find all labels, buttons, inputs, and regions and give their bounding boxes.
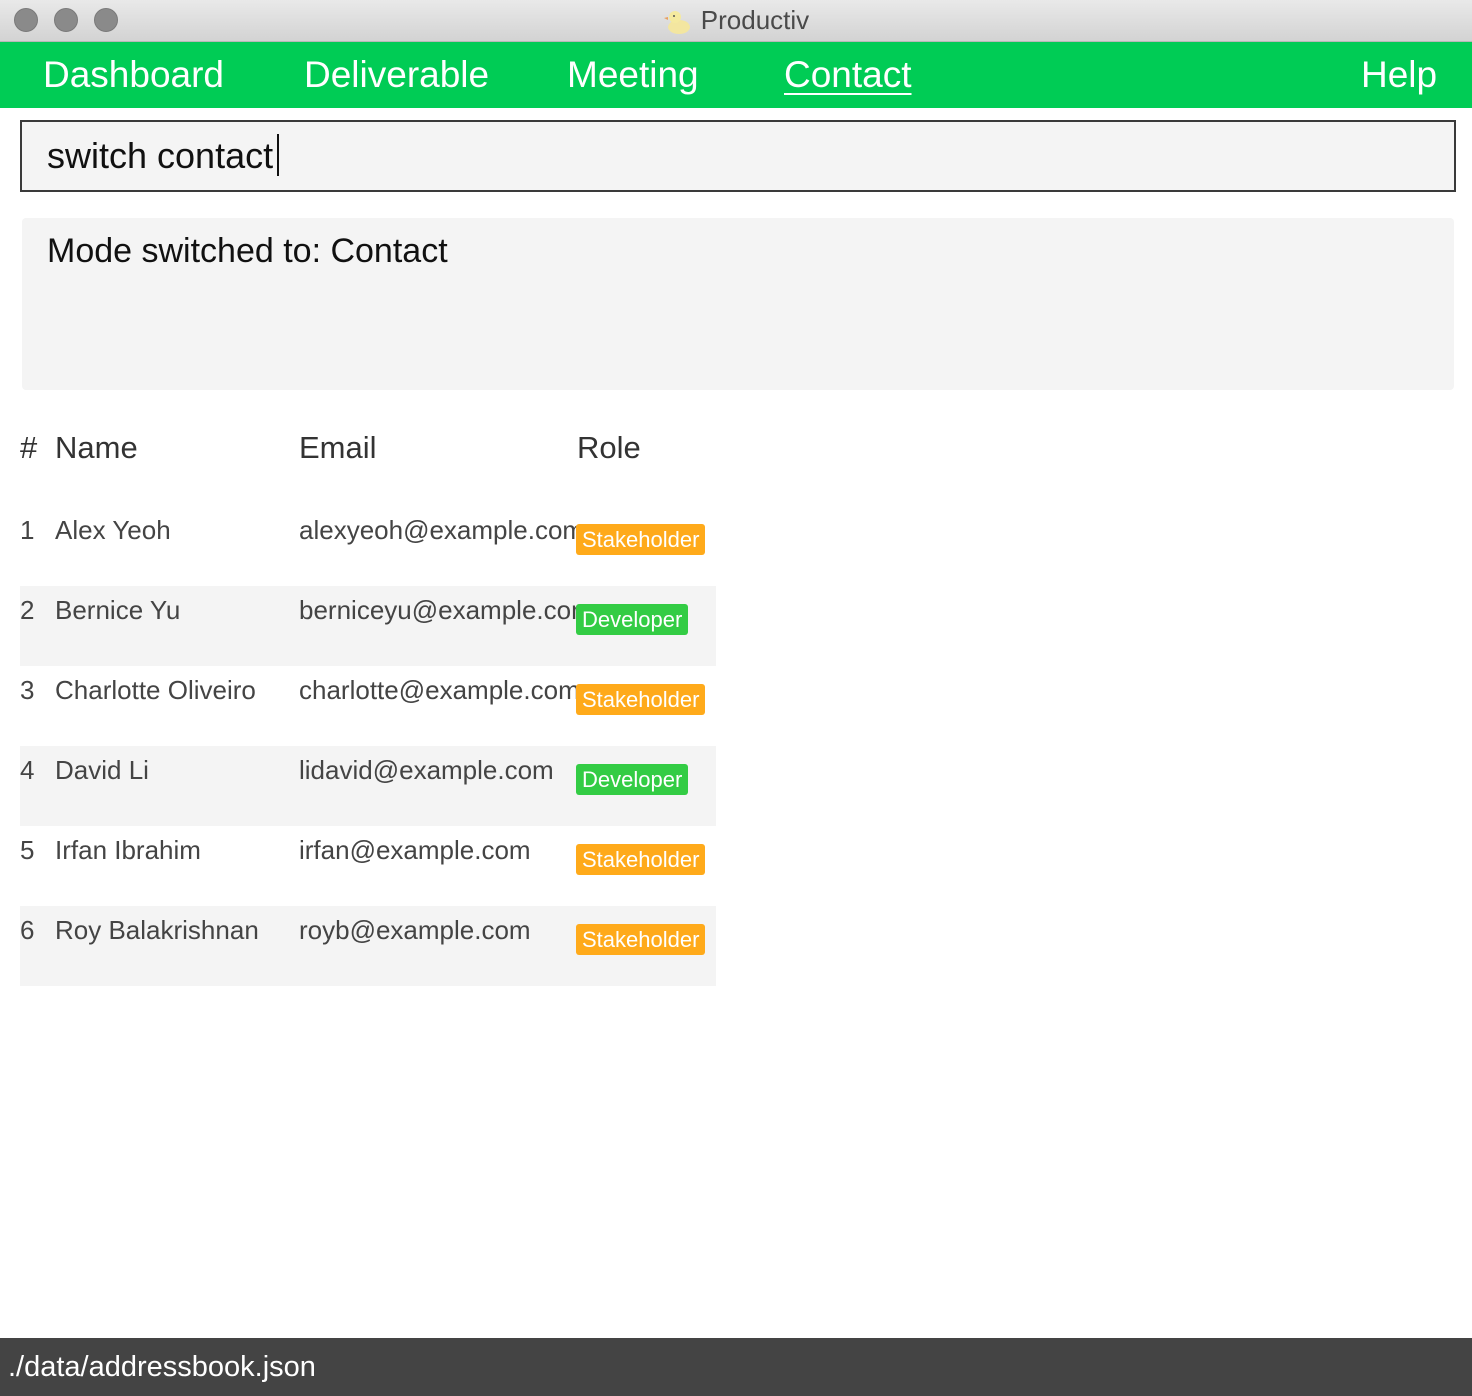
title-bar: Productiv	[0, 0, 1472, 42]
command-input[interactable]: switch contact	[47, 122, 280, 190]
row-index: 1	[20, 515, 35, 545]
row-index: 2	[20, 595, 35, 625]
row-index: 5	[20, 835, 35, 865]
row-index: 3	[20, 675, 35, 705]
nav-meeting[interactable]: Meeting	[567, 42, 699, 108]
title-group: Productiv	[0, 0, 1472, 41]
status-bar: ./data/addressbook.json	[0, 1338, 1472, 1396]
contact-email: alexyeoh@example.com	[299, 515, 585, 545]
row-index: 4	[20, 755, 35, 785]
role-cell: Stakeholder	[576, 914, 706, 962]
role-cell: Developer	[576, 754, 689, 802]
contact-table-header: # Name Email Role	[20, 420, 716, 476]
role-badge: Developer	[576, 764, 689, 795]
contact-name: Roy Balakrishnan	[55, 915, 259, 945]
column-header-role: Role	[577, 430, 641, 465]
contact-email: irfan@example.com	[299, 835, 531, 865]
column-header-name: Name	[55, 430, 138, 465]
nav-dashboard[interactable]: Dashboard	[43, 42, 224, 108]
role-badge: Stakeholder	[576, 684, 706, 715]
contact-name: Charlotte Oliveiro	[55, 675, 256, 705]
text-caret	[277, 134, 280, 177]
contact-row[interactable]: 1 Alex Yeoh alexyeoh@example.com Stakeho…	[20, 506, 716, 586]
column-header-email: Email	[299, 430, 377, 465]
role-cell: Stakeholder	[576, 834, 706, 882]
contact-email: lidavid@example.com	[299, 755, 554, 785]
contact-email: berniceyu@example.com	[299, 595, 593, 625]
contact-name: Alex Yeoh	[55, 515, 171, 545]
contact-name: Irfan Ibrahim	[55, 835, 201, 865]
role-badge: Developer	[576, 604, 689, 635]
main-nav: Dashboard Deliverable Meeting Contact He…	[0, 42, 1472, 108]
contact-email: charlotte@example.com	[299, 675, 580, 705]
data-file-path: ./data/addressbook.json	[8, 1351, 316, 1383]
role-cell: Stakeholder	[576, 514, 706, 562]
role-badge: Stakeholder	[576, 924, 706, 955]
nav-deliverable[interactable]: Deliverable	[304, 42, 489, 108]
contact-row[interactable]: 2 Bernice Yu berniceyu@example.com Devel…	[20, 586, 716, 666]
contact-name: David Li	[55, 755, 149, 785]
window-title: Productiv	[700, 5, 810, 35]
column-header-index: #	[20, 430, 38, 465]
nav-contact[interactable]: Contact	[784, 42, 912, 108]
result-message: Mode switched to: Contact	[47, 232, 448, 270]
role-badge: Stakeholder	[576, 524, 706, 555]
contact-name: Bernice Yu	[55, 595, 181, 625]
command-box[interactable]: switch contact	[20, 120, 1456, 192]
app-window: Productiv Dashboard Deliverable Meeting …	[0, 0, 1472, 1396]
contact-row[interactable]: 3 Charlotte Oliveiro charlotte@example.c…	[20, 666, 716, 746]
row-index: 6	[20, 915, 35, 945]
result-display: Mode switched to: Contact	[22, 218, 1454, 390]
role-badge: Stakeholder	[576, 844, 706, 875]
contact-row[interactable]: 5 Irfan Ibrahim irfan@example.com Stakeh…	[20, 826, 716, 906]
role-cell: Developer	[576, 594, 689, 642]
contact-row[interactable]: 6 Roy Balakrishnan royb@example.com Stak…	[20, 906, 716, 986]
duck-icon	[663, 6, 693, 36]
role-cell: Stakeholder	[576, 674, 706, 722]
nav-help[interactable]: Help	[1361, 42, 1437, 108]
contact-row[interactable]: 4 David Li lidavid@example.com Developer	[20, 746, 716, 826]
command-text: switch contact	[47, 135, 274, 176]
contact-email: royb@example.com	[299, 915, 531, 945]
